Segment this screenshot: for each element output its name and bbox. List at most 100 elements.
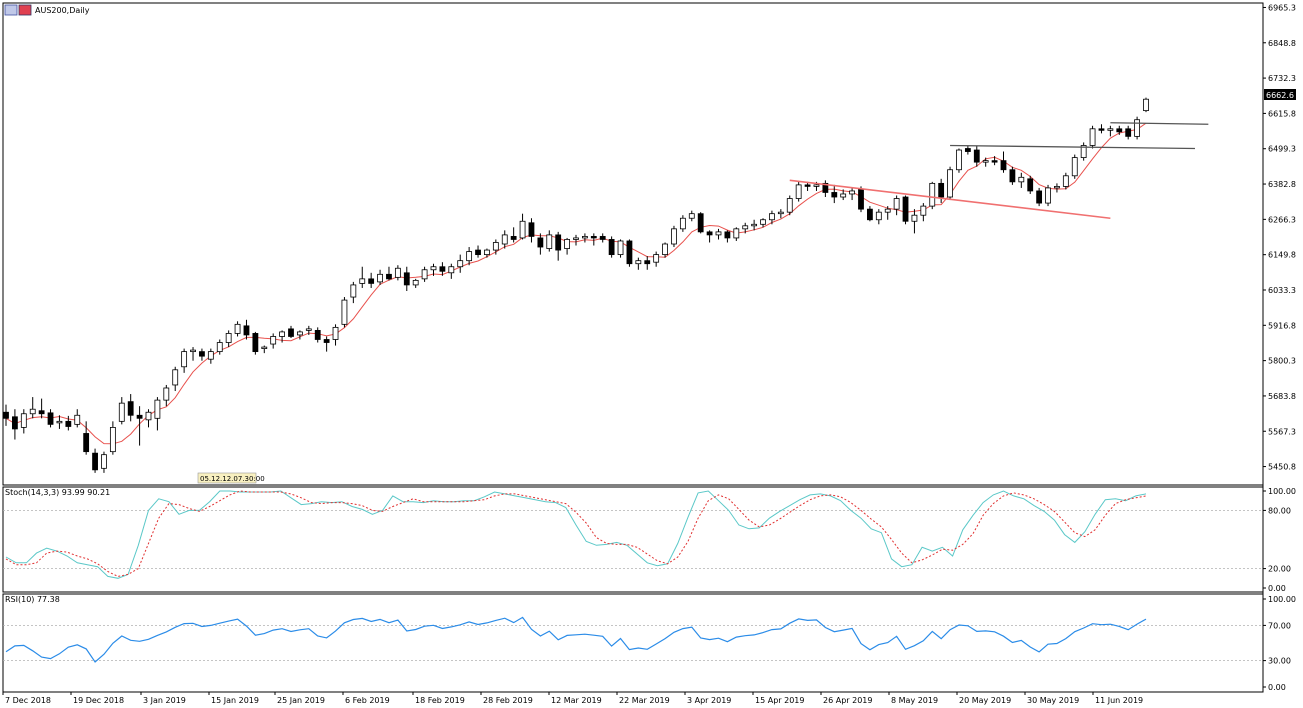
candle-body	[1000, 160, 1007, 171]
candle-body	[786, 198, 793, 213]
candle-body	[403, 272, 410, 286]
candle-body	[475, 249, 481, 256]
candle-body	[314, 329, 321, 340]
candle-body	[795, 184, 802, 199]
candle-body	[270, 336, 277, 345]
candle-body	[662, 243, 668, 256]
candle-body	[769, 213, 775, 221]
candle-body	[279, 331, 285, 337]
candle-body	[29, 408, 36, 415]
date-tick-label: 12 Mar 2019	[551, 696, 602, 705]
candle-body	[875, 211, 882, 221]
candle-body	[706, 231, 713, 236]
rsi-tick-label: 30.00	[1268, 657, 1291, 666]
price-tick-label: 6266.3	[1268, 215, 1296, 224]
date-badge[interactable]: 05.12.12.07.30:00	[197, 472, 265, 484]
candle-body	[207, 351, 214, 360]
candle-body	[751, 223, 758, 227]
candle-body	[492, 242, 499, 251]
candle-body	[439, 266, 446, 272]
candle-body	[920, 205, 927, 216]
candle	[795, 181, 802, 202]
candle-body	[368, 278, 375, 284]
candle-body	[858, 189, 864, 210]
candle-body	[991, 160, 998, 163]
candle-body	[56, 420, 63, 424]
candle-body	[466, 251, 473, 262]
candle-body	[297, 331, 303, 336]
candle	[617, 239, 624, 258]
candle-body	[537, 237, 544, 248]
price-tick-label: 6033.3	[1268, 286, 1296, 295]
candle-body	[136, 414, 143, 419]
candle-body	[528, 222, 535, 237]
candle	[1143, 97, 1149, 113]
candle-body	[982, 160, 989, 163]
chart-title: AUS200,Daily	[35, 6, 90, 15]
candle-body	[172, 369, 179, 386]
candle-body	[1098, 128, 1105, 131]
candle-body	[38, 410, 45, 415]
date-tick-label: 15 Jan 2019	[211, 696, 259, 705]
date-tick-label: 7 Dec 2018	[5, 696, 51, 705]
candle-body	[849, 190, 855, 195]
price-tick-label: 6382.8	[1268, 180, 1296, 189]
price-tick-label: 5567.3	[1268, 427, 1296, 436]
candle-body	[760, 219, 766, 225]
date-tick-label: 6 Feb 2019	[345, 696, 390, 705]
date-badge-text: 05.12.12.07.30:00	[200, 475, 265, 483]
candle-body	[341, 299, 348, 325]
candle	[1080, 142, 1087, 161]
date-tick-label: 18 Feb 2019	[415, 696, 465, 705]
candle-body	[3, 411, 9, 419]
candle-body	[145, 411, 152, 421]
candle-body	[1018, 176, 1025, 183]
price-tick-label: 6732.3	[1268, 74, 1296, 83]
rsi-tick-label: 70.00	[1268, 621, 1291, 630]
candle-body	[867, 208, 873, 221]
candle-body	[12, 416, 18, 430]
candle-body	[261, 346, 268, 349]
candle-body	[350, 284, 357, 298]
candle-body	[635, 260, 642, 265]
candle-body	[199, 351, 205, 357]
candle-body	[323, 339, 330, 343]
candle-body	[216, 342, 223, 353]
candle-body	[742, 225, 749, 230]
candle-body	[599, 236, 606, 240]
candle-body	[386, 273, 392, 280]
candle-body	[510, 236, 517, 240]
candle	[626, 239, 633, 267]
candle-body	[101, 454, 107, 469]
candle	[947, 166, 953, 201]
candle-body	[1107, 128, 1114, 131]
chart-type-icon[interactable]	[4, 4, 18, 16]
candle-body	[1027, 178, 1034, 192]
candle-body	[332, 326, 339, 340]
stoch-tick-label: 0.00	[1268, 584, 1286, 593]
candle-body	[938, 182, 945, 198]
date-tick-label: 28 Feb 2019	[483, 696, 533, 705]
price-tick-label: 6615.8	[1268, 109, 1296, 118]
candle	[697, 212, 704, 234]
candle-body	[590, 236, 597, 239]
candle-body	[884, 208, 891, 213]
price-tick-label: 5916.8	[1268, 321, 1296, 330]
candle-body	[964, 148, 971, 152]
candle	[1036, 187, 1043, 207]
candle-body	[671, 228, 677, 245]
candle-body	[359, 278, 366, 284]
candle-body	[564, 239, 570, 249]
candle	[902, 195, 909, 225]
candle	[608, 236, 615, 258]
candle-body	[840, 193, 847, 198]
candle-body	[163, 387, 170, 401]
candle-body	[519, 220, 526, 239]
candle-body	[813, 184, 820, 187]
candle	[1027, 175, 1034, 194]
candle-body	[234, 323, 241, 334]
candle-body	[973, 149, 980, 163]
candle-body	[644, 260, 651, 265]
candle-body	[679, 217, 686, 230]
candle-body	[377, 273, 383, 283]
